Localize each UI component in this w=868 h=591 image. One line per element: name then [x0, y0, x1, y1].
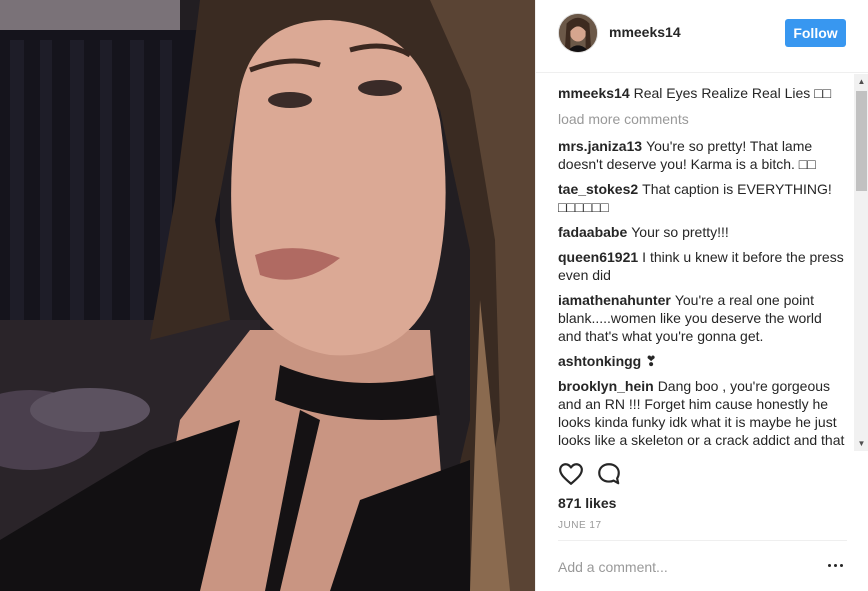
divider	[558, 540, 847, 541]
likes-count[interactable]: 871 likes	[558, 495, 616, 511]
caption-text: Real Eyes Realize Real Lies □□	[633, 85, 832, 101]
comment-item: mrs.janiza13 You're so pretty! That lame …	[558, 137, 848, 173]
comment-item: tae_stokes2 That caption is EVERYTHING! □…	[558, 180, 848, 216]
post-date[interactable]: JUNE 17	[558, 520, 602, 531]
comment-item: ashtonkingg ❣	[558, 352, 848, 370]
scrollbar-thumb[interactable]	[856, 91, 867, 191]
comment-item: queen61921 I think u knew it before the p…	[558, 248, 848, 284]
comments-list: mmeeks14 Real Eyes Realize Real Lies □□ l…	[558, 84, 848, 452]
comment-username[interactable]: mrs.janiza13	[558, 138, 642, 154]
avatar-image	[559, 14, 597, 52]
comment-text: ❣	[645, 353, 657, 369]
comments-scrollbar[interactable]: ▲ ▼	[854, 74, 868, 451]
comment-username[interactable]: brooklyn_hein	[558, 378, 654, 394]
dot	[828, 564, 831, 567]
post-details-panel: mmeeks14 Follow mmeeks14 Real Eyes Realiz…	[535, 0, 868, 591]
comment-item: brooklyn_hein Dang boo , you're gorgeous …	[558, 377, 848, 452]
username-link[interactable]: mmeeks14	[609, 24, 681, 40]
speech-bubble-icon[interactable]	[596, 461, 622, 487]
follow-button[interactable]: Follow	[785, 19, 846, 47]
dot	[834, 564, 837, 567]
add-comment-input[interactable]	[558, 553, 818, 581]
comment-username[interactable]: ashtonkingg	[558, 353, 641, 369]
scroll-up-arrow-icon[interactable]: ▲	[854, 74, 868, 89]
comment-username[interactable]: queen61921	[558, 249, 638, 265]
comment-username[interactable]: iamathenahunter	[558, 292, 671, 308]
avatar[interactable]	[558, 13, 598, 53]
comment-item: iamathenahunter You're a real one point b…	[558, 291, 848, 345]
caption-username[interactable]: mmeeks14	[558, 85, 630, 101]
comment-username[interactable]: tae_stokes2	[558, 181, 638, 197]
heart-outline-icon[interactable]	[558, 461, 584, 487]
post-photo[interactable]	[0, 0, 535, 591]
caption: mmeeks14 Real Eyes Realize Real Lies □□	[558, 84, 848, 102]
scroll-down-arrow-icon[interactable]: ▼	[854, 436, 868, 451]
dot	[840, 564, 843, 567]
selfie-image	[0, 0, 535, 591]
ellipsis-icon[interactable]	[828, 561, 844, 571]
comment-username[interactable]: fadaababe	[558, 224, 627, 240]
comment-item: fadaababe Your so pretty!!!	[558, 223, 848, 241]
load-more-comments-link[interactable]: load more comments	[558, 110, 848, 128]
post-header: mmeeks14 Follow	[536, 0, 868, 73]
comment-text: Your so pretty!!!	[631, 224, 729, 240]
